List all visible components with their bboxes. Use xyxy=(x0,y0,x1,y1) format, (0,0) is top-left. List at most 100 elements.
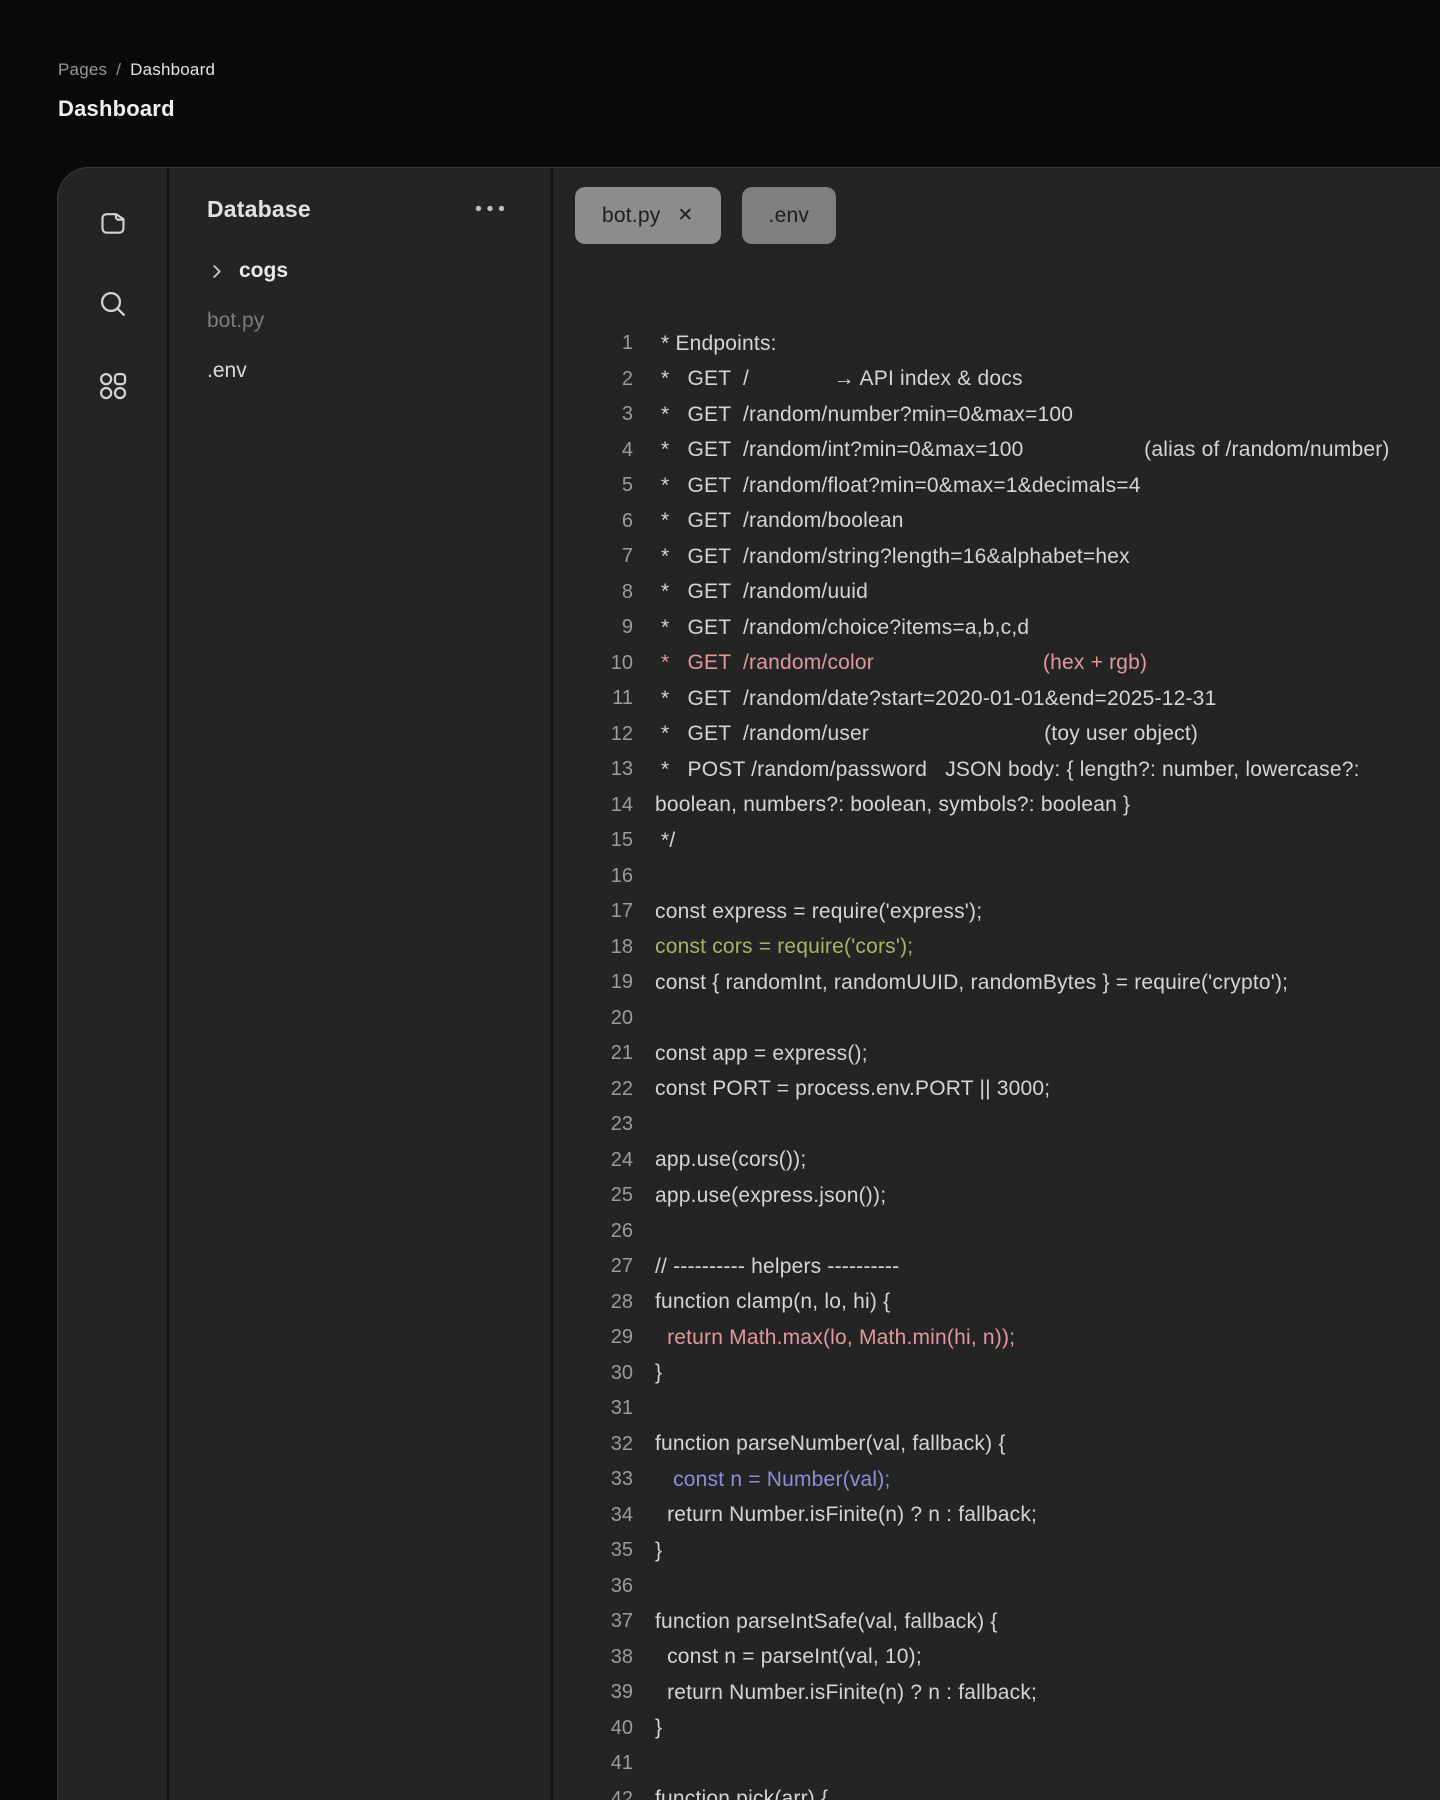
line-number: 31 xyxy=(610,1397,633,1420)
breadcrumb-root[interactable]: Pages xyxy=(58,60,107,79)
breadcrumb: Pages / Dashboard xyxy=(58,60,215,80)
line-number: 19 xyxy=(610,971,633,994)
code-text: * Endpoints: xyxy=(655,331,777,355)
explorer-header: Database xyxy=(207,194,550,224)
code-text: * GET /random/date?start=2020-01-01&end=… xyxy=(655,686,1217,710)
line-number: 1 xyxy=(621,332,633,355)
code-line: 16 xyxy=(553,859,1440,895)
line-number: 2 xyxy=(621,367,633,390)
line-number: 32 xyxy=(610,1432,633,1455)
code-line: 13 * POST /random/password JSON body: { … xyxy=(553,752,1440,788)
code-line: 37 function parseIntSafe(val, fallback) { xyxy=(553,1604,1440,1640)
code-text: */ xyxy=(655,828,676,852)
code-line: 42 function pick(arr) { xyxy=(553,1782,1440,1800)
line-number: 42 xyxy=(610,1787,633,1800)
code-line: 32 function parseNumber(val, fallback) { xyxy=(553,1427,1440,1463)
search-icon[interactable] xyxy=(95,286,131,322)
code-line: 4 * GET /random/int?min=0&max=100 (alias… xyxy=(553,433,1440,469)
line-number: 34 xyxy=(610,1503,633,1526)
code-area[interactable]: 1 * Endpoints: 2 * GET / → API index & do… xyxy=(553,244,1440,1800)
code-text: app.use(express.json()); xyxy=(655,1183,887,1207)
code-line: 2 * GET / → API index & docs xyxy=(553,362,1440,398)
code-line: 7 * GET /random/string?length=16&alphabe… xyxy=(553,539,1440,575)
line-number: 40 xyxy=(610,1716,633,1739)
line-number: 28 xyxy=(610,1290,633,1313)
code-line: 17 const express = require('express'); xyxy=(553,894,1440,930)
code-text: const n = parseInt(val, 10); xyxy=(655,1645,922,1669)
code-line: 25 app.use(express.json()); xyxy=(553,1178,1440,1214)
code-line: 31 xyxy=(553,1391,1440,1427)
line-number: 38 xyxy=(610,1645,633,1668)
tree-item-label: bot.py xyxy=(207,309,265,332)
line-number: 30 xyxy=(610,1361,633,1384)
line-number: 7 xyxy=(621,545,633,568)
code-text: const PORT = process.env.PORT || 3000; xyxy=(655,1077,1051,1101)
code-line: 15 */ xyxy=(553,823,1440,859)
line-number: 15 xyxy=(610,829,633,852)
code-line: 39 return Number.isFinite(n) ? n : fallb… xyxy=(553,1675,1440,1711)
line-number: 9 xyxy=(621,616,633,639)
code-text: const express = require('express'); xyxy=(655,899,983,923)
ellipsis-icon[interactable] xyxy=(474,200,506,218)
code-line: 40} xyxy=(553,1711,1440,1747)
code-line: 10 * GET /random/color (hex + rgb) xyxy=(553,646,1440,682)
code-line: 36 xyxy=(553,1569,1440,1605)
code-text: } xyxy=(655,1716,663,1740)
line-number: 8 xyxy=(621,580,633,603)
code-text: * GET /random/string?length=16&alphabet=… xyxy=(655,544,1130,568)
breadcrumb-current[interactable]: Dashboard xyxy=(130,60,215,79)
code-text: boolean, numbers?: boolean, symbols?: bo… xyxy=(655,793,1131,817)
line-number: 37 xyxy=(610,1610,633,1633)
grid-icon[interactable] xyxy=(95,368,131,404)
line-number: 29 xyxy=(610,1326,633,1349)
file-explorer-panel: Database cogs bot.py .env xyxy=(169,168,553,1800)
line-number: 4 xyxy=(621,438,633,461)
workspace-panel: Database cogs bot.py .env bot.py ✕ .env … xyxy=(57,167,1440,1800)
tree-item-label: .env xyxy=(207,359,247,382)
line-number: 33 xyxy=(610,1468,633,1491)
code-line: 6 * GET /random/boolean xyxy=(553,504,1440,540)
line-number: 26 xyxy=(610,1219,633,1242)
code-line: 11 * GET /random/date?start=2020-01-01&e… xyxy=(553,681,1440,717)
tree-item-cogs[interactable]: cogs xyxy=(207,246,550,296)
files-icon[interactable] xyxy=(95,204,131,240)
code-text: * GET /random/uuid xyxy=(655,580,868,604)
code-text: function pick(arr) { xyxy=(655,1787,829,1800)
line-number: 11 xyxy=(612,687,633,710)
code-line: 38 const n = parseInt(val, 10); xyxy=(553,1640,1440,1676)
code-line: 30} xyxy=(553,1356,1440,1392)
tab-label: .env xyxy=(768,203,810,227)
tab-bar: bot.py ✕ .env xyxy=(553,168,1440,244)
line-number: 5 xyxy=(621,474,633,497)
code-text: const app = express(); xyxy=(655,1041,868,1065)
line-number: 36 xyxy=(610,1574,633,1597)
tab-bot-py[interactable]: bot.py ✕ xyxy=(575,187,721,244)
line-number: 39 xyxy=(610,1681,633,1704)
code-line: 3 * GET /random/number?min=0&max=100 xyxy=(553,397,1440,433)
tab-label: bot.py xyxy=(602,203,661,227)
tree-item-bot-py[interactable]: bot.py xyxy=(207,296,550,346)
code-text: function parseNumber(val, fallback) { xyxy=(655,1432,1006,1456)
line-number: 27 xyxy=(610,1255,633,1278)
code-text: return Math.max(lo, Math.min(hi, n)); xyxy=(655,1325,1016,1349)
tab-env[interactable]: .env xyxy=(741,187,837,244)
code-line: 34 return Number.isFinite(n) ? n : fallb… xyxy=(553,1498,1440,1534)
code-lines: 1 * Endpoints: 2 * GET / → API index & do… xyxy=(553,326,1440,1800)
tree-item-label: cogs xyxy=(239,259,289,282)
code-text: const cors = require('cors'); xyxy=(655,935,914,959)
code-text: * GET /random/color (hex + rgb) xyxy=(655,651,1148,675)
code-text: * GET /random/int?min=0&max=100 (alias o… xyxy=(655,438,1390,462)
close-icon[interactable]: ✕ xyxy=(677,206,693,225)
line-number: 22 xyxy=(610,1077,633,1100)
line-number: 21 xyxy=(610,1042,633,1065)
code-text: function parseIntSafe(val, fallback) { xyxy=(655,1609,998,1633)
chevron-right-icon[interactable] xyxy=(207,262,226,281)
code-line: 29 return Math.max(lo, Math.min(hi, n)); xyxy=(553,1320,1440,1356)
editor-pane: bot.py ✕ .env 1 * Endpoints: 2 * GET / → … xyxy=(553,168,1440,1800)
explorer-title: Database xyxy=(207,195,311,222)
code-line: 14 boolean, numbers?: boolean, symbols?: … xyxy=(553,788,1440,824)
code-line: 5 * GET /random/float?min=0&max=1&decima… xyxy=(553,468,1440,504)
tree-item-env[interactable]: .env xyxy=(207,346,550,396)
code-line: 20 xyxy=(553,1001,1440,1037)
page-title: Dashboard xyxy=(58,96,175,121)
